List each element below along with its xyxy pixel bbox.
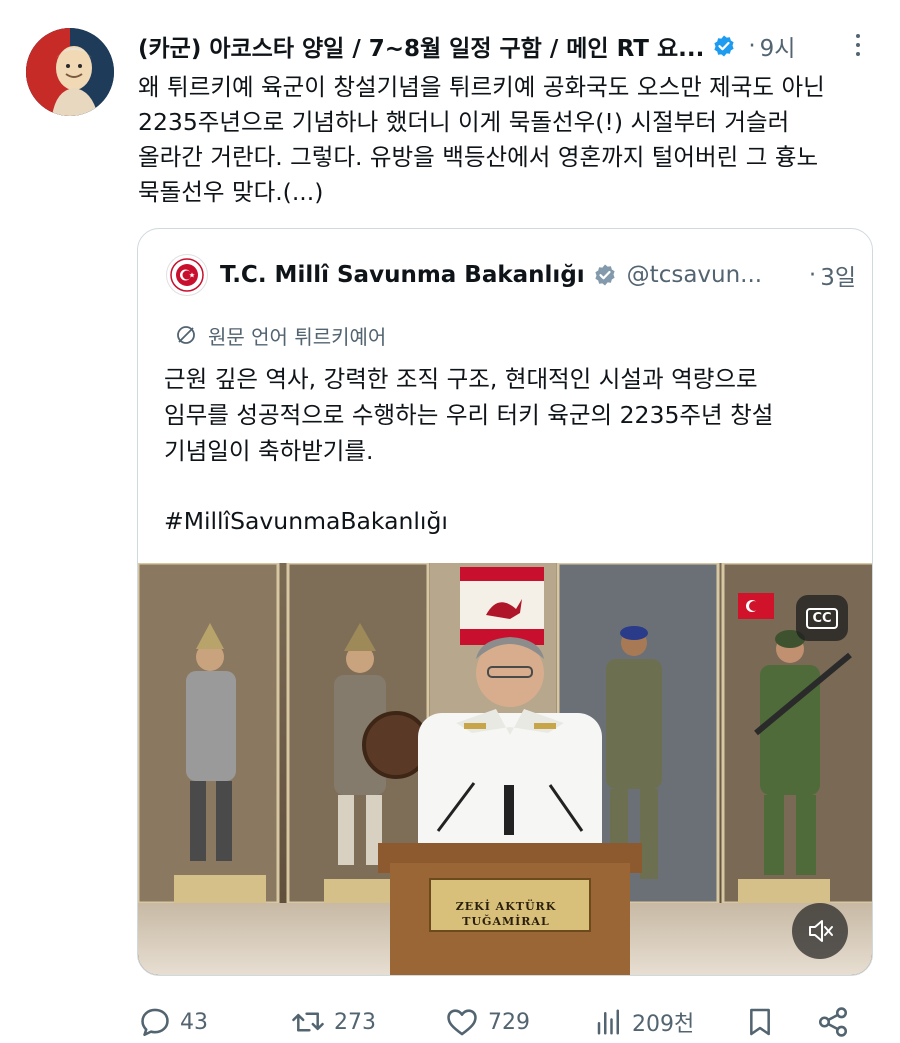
share-icon <box>818 1007 848 1037</box>
mute-button[interactable] <box>792 903 848 959</box>
quoted-header: T.C. Millî Savunma Bakanlığı @tcsavun...… <box>166 253 856 297</box>
like-count: 729 <box>488 1009 530 1035</box>
quoted-handle[interactable]: @tcsavun... <box>627 262 762 288</box>
verified-badge-icon <box>593 263 617 287</box>
verified-badge-icon <box>712 34 736 58</box>
reply-button[interactable]: 43 <box>138 995 208 1043</box>
tweet-time[interactable]: 9시 <box>760 29 796 63</box>
reply-count: 43 <box>180 1009 208 1035</box>
emblem-icon <box>170 258 204 292</box>
views-icon <box>597 1009 619 1035</box>
translate-label: 원문 언어 튀르키예어 <box>208 324 387 349</box>
quoted-author-name[interactable]: T.C. Millî Savunma Bakanlığı <box>220 262 585 288</box>
video-player[interactable]: ZEKİ AKTÜRK TUĞAMİRAL CC <box>138 563 872 975</box>
quoted-hashtag[interactable]: #MillîSavunmaBakanlığı <box>164 507 448 535</box>
mute-icon <box>809 920 833 942</box>
retweet-button[interactable]: 273 <box>290 995 376 1043</box>
retweet-count: 273 <box>334 1009 376 1035</box>
tweet-text: 왜 튀르키예 육군이 창설기념을 튀르키예 공화국도 오스만 제국도 아닌 22… <box>138 73 825 206</box>
author-avatar[interactable] <box>26 28 114 116</box>
separator-dot: · <box>808 262 817 288</box>
share-button[interactable] <box>816 995 850 1043</box>
author-name[interactable]: (카군) 아코스타 양일 / 7~8월 일정 구함 / 메인 RT 요... <box>138 29 704 63</box>
separator-dot: · <box>748 33 756 59</box>
translate-icon <box>177 326 195 344</box>
like-button[interactable]: 729 <box>444 995 530 1043</box>
podium-plaque: ZEKİ AKTÜRK TUĞAMİRAL <box>455 900 557 928</box>
action-bar: 43 273 729 209천 <box>138 995 878 1043</box>
quoted-time[interactable]: 3일 <box>820 258 856 292</box>
more-icon[interactable] <box>846 30 870 60</box>
views-button[interactable]: 209천 <box>594 995 694 1043</box>
tweet[interactable]: (카군) 아코스타 양일 / 7~8월 일정 구함 / 메인 RT 요... ·… <box>0 0 900 1043</box>
tweet-header: (카군) 아코스타 양일 / 7~8월 일정 구함 / 메인 RT 요... ·… <box>138 26 878 66</box>
reply-icon <box>141 1008 169 1037</box>
translate-link[interactable]: 원문 언어 튀르키예어 <box>174 319 386 351</box>
quoted-text: 근원 깊은 역사, 강력한 조직 구조, 현대적인 시설과 역량으로 임무를 성… <box>164 365 774 465</box>
cc-icon: CC <box>806 607 838 629</box>
like-icon <box>447 1009 477 1036</box>
views-count: 209천 <box>632 1012 695 1037</box>
cc-button[interactable]: CC <box>796 595 848 641</box>
quoted-avatar[interactable] <box>166 254 208 296</box>
bookmark-icon <box>750 1008 770 1036</box>
bookmark-button[interactable] <box>744 995 776 1043</box>
retweet-icon <box>292 1012 324 1032</box>
avatar-image <box>26 28 114 116</box>
quoted-tweet[interactable]: T.C. Millî Savunma Bakanlığı @tcsavun...… <box>137 228 873 976</box>
